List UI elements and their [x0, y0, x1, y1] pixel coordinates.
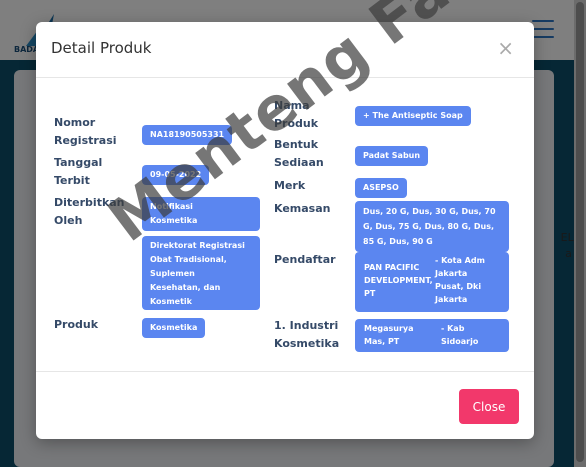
value-kemasan: Dus, 20 G, Dus, 30 G, Dus, 70 G, Dus, 75…: [355, 201, 509, 252]
label-kemasan: Kemasan: [274, 202, 331, 215]
label-industri-kosmetika: 1. Industri Kosmetika: [274, 319, 340, 350]
modal-footer: Close: [36, 371, 534, 440]
modal-title: Detail Produk: [51, 39, 152, 57]
close-icon[interactable]: ×: [497, 38, 514, 58]
label-nomor-registrasi: Nomor Registrasi: [54, 116, 117, 147]
label-merk: Merk: [274, 179, 306, 192]
close-button[interactable]: Close: [459, 389, 519, 424]
label-pendaftar: Pendaftar: [274, 253, 336, 266]
value-produk: Kosmetika: [142, 318, 206, 338]
value-diterbitkan-oleh-2: Direktorat Registrasi Obat Tradisional, …: [142, 236, 260, 310]
value-bentuk-sediaan: Padat Sabun: [355, 146, 429, 166]
value-nama-produk: + The Antiseptic Soap: [355, 106, 471, 126]
value-industri: Megasurya Mas, PT - Kab Sidoarjo: [355, 319, 509, 352]
label-tanggal-terbit: Tanggal Terbit: [54, 156, 103, 187]
value-merk: ASEPSO: [355, 178, 407, 198]
label-produk: Produk: [54, 318, 99, 331]
value-pendaftar: PAN PACIFIC DEVELOPMENT, PT - Kota Adm J…: [355, 252, 509, 312]
